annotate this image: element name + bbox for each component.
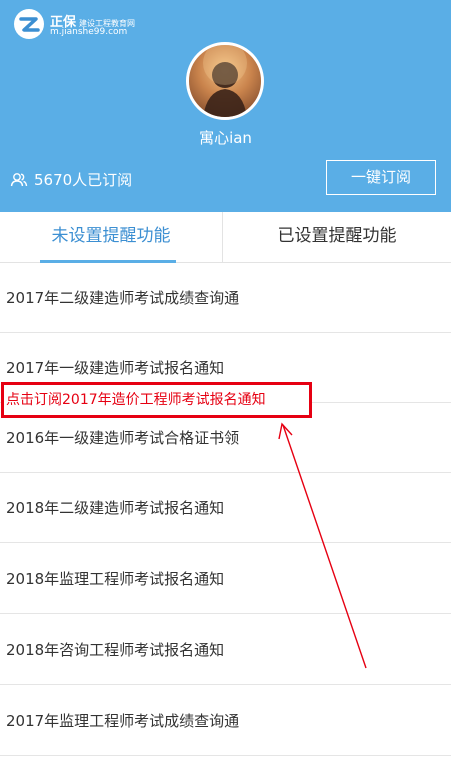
annotation-arrow [278,422,367,669]
